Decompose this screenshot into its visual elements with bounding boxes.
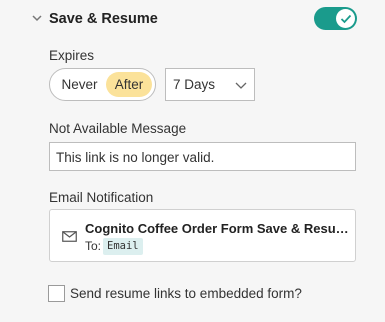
duration-value: 7 Days [173,77,216,92]
expires-option-after[interactable]: After [106,72,152,97]
expires-segmented-control: Never After [49,68,156,101]
chevron-down-icon[interactable] [31,13,43,23]
envelope-icon [62,231,77,242]
expires-duration-select[interactable]: 7 Days [165,68,255,101]
email-notification-label: Email Notification [49,190,154,205]
not-available-message-value: This link is no longer valid. [56,150,215,165]
section-title: Save & Resume [49,11,158,27]
email-notification-card[interactable]: Cognito Coffee Order Form Save & Resume … [49,209,356,262]
embedded-form-checkbox[interactable] [48,285,65,302]
email-to-label: To: [85,239,102,253]
email-subject: Cognito Coffee Order Form Save & Resume [85,221,353,236]
email-recipient-badge: Email [103,238,143,255]
not-available-message-input[interactable]: This link is no longer valid. [49,142,356,171]
save-resume-toggle[interactable] [314,7,357,30]
embedded-form-label[interactable]: Send resume links to embedded form? [70,286,302,301]
expires-label: Expires [49,48,95,63]
toggle-knob [336,9,355,28]
section-header[interactable]: Save & Resume [0,0,385,38]
chevron-down-icon [235,82,247,89]
checkmark-icon [340,14,352,24]
save-resume-panel: Save & Resume Expires Never After 7 Days… [0,0,385,322]
not-available-label: Not Available Message [49,121,187,136]
expires-option-never[interactable]: Never [54,72,105,97]
